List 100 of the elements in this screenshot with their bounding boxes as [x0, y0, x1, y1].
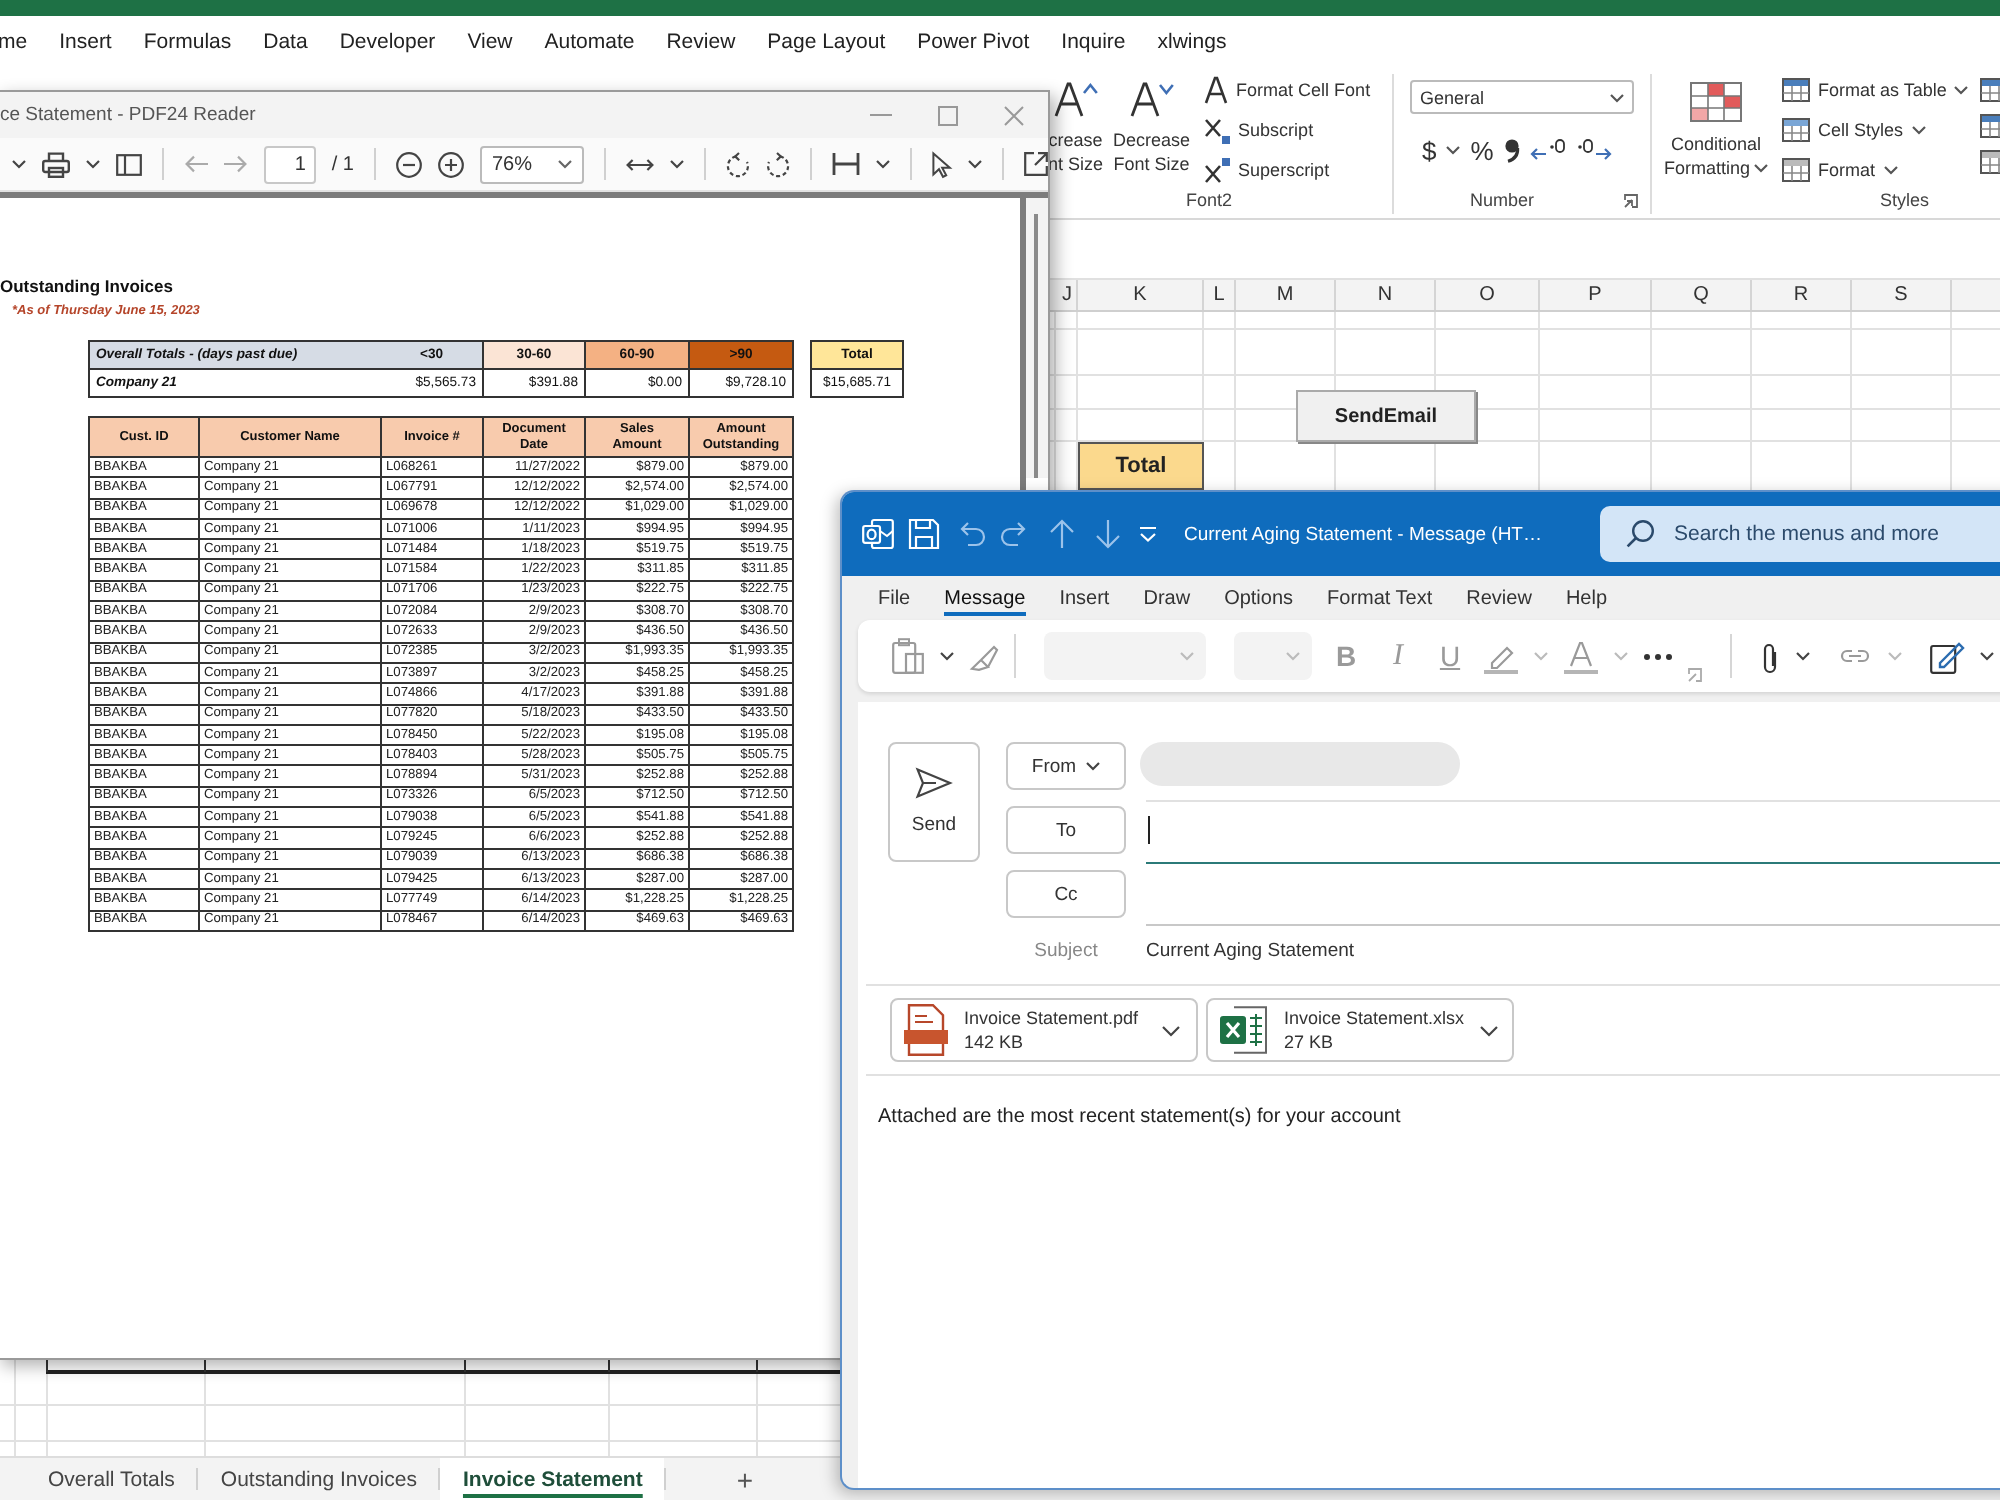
search-bar[interactable]: Search the menus and more — [1600, 506, 2000, 562]
font-color-icon[interactable] — [1564, 639, 1598, 673]
percent-button[interactable]: % — [1470, 135, 1494, 165]
ribbon-button[interactable]: Subscript — [1204, 114, 1371, 146]
sheet-tab[interactable]: Overall Totals — [26, 1458, 197, 1500]
font-size-field[interactable] — [1234, 632, 1312, 680]
ribbon-button[interactable]: Format Cell Font — [1204, 74, 1371, 106]
save-icon[interactable] — [908, 518, 940, 550]
ribbon-tab[interactable]: Page Layout — [767, 29, 886, 53]
dialog-launcher-icon[interactable] — [1624, 193, 1638, 207]
link-icon[interactable] — [1838, 646, 1872, 666]
pointer-icon[interactable] — [932, 151, 952, 177]
number-format-dropdown[interactable]: General — [1410, 80, 1634, 114]
zoom-in-icon[interactable] — [438, 151, 464, 177]
ribbon-tab[interactable]: Inquire — [1061, 29, 1126, 53]
editor-pen-icon[interactable] — [1930, 639, 1964, 673]
ribbon-tab[interactable]: Help — [1565, 580, 1608, 616]
recipient-button[interactable]: To — [1006, 806, 1126, 854]
add-sheet-button[interactable]: + — [736, 1458, 754, 1500]
print-icon[interactable] — [42, 151, 70, 177]
chevron-down-icon[interactable] — [1480, 1025, 1499, 1035]
ribbon-button[interactable]: Format as Table — [1782, 74, 1969, 106]
ribbon-tab[interactable]: Message — [944, 580, 1026, 616]
attachment-card[interactable]: Invoice Statement.xlsx 27 KB — [1206, 998, 1514, 1062]
subject-field[interactable]: Current Aging Statement — [1146, 939, 2000, 961]
ribbon-tab[interactable]: Automate — [544, 29, 635, 53]
decrease-font-size-button[interactable]: Decrease Font Size — [1111, 74, 1193, 186]
ribbon-tab[interactable]: Insert — [59, 29, 112, 53]
ribbon-button[interactable]: Cell Styles — [1782, 114, 1969, 146]
caret-icon[interactable] — [968, 160, 982, 168]
zoom-dropdown[interactable]: 76% — [480, 145, 584, 183]
ribbon-tab[interactable]: Review — [666, 29, 736, 53]
column-header[interactable]: L — [1204, 280, 1236, 310]
recipient-field[interactable] — [1146, 800, 2000, 864]
mail-app-icon[interactable] — [862, 518, 894, 550]
column-header[interactable]: K — [1078, 280, 1204, 310]
more-icon[interactable] — [1644, 653, 1672, 659]
rotate-right-icon[interactable] — [766, 151, 790, 177]
page-spread-icon[interactable] — [832, 152, 860, 176]
ribbon-tab[interactable]: Insert — [1059, 580, 1110, 616]
caret-icon[interactable] — [1980, 652, 1994, 660]
ribbon-tab[interactable]: xlwings — [1157, 29, 1227, 53]
ribbon-tab[interactable]: me — [0, 29, 28, 53]
currency-format-button[interactable]: $ — [1422, 135, 1437, 165]
vertical-scrollbar[interactable] — [1026, 198, 1048, 478]
column-header[interactable]: Q — [1652, 280, 1752, 310]
caret-icon[interactable] — [1796, 652, 1810, 660]
customize-toolbar-icon[interactable] — [1138, 526, 1158, 542]
conditional-formatting-button[interactable]: Conditional Formatting — [1660, 74, 1772, 186]
comma-style-icon[interactable] — [1503, 138, 1520, 162]
sheet-tab[interactable]: Outstanding Invoices — [198, 1458, 439, 1500]
ribbon-button[interactable]: Superscript — [1204, 154, 1371, 186]
format-painter-icon[interactable] — [970, 643, 998, 669]
send-email-macro-button[interactable]: SendEmail — [1296, 390, 1476, 442]
paste-icon[interactable] — [892, 638, 924, 674]
caret-icon[interactable] — [876, 160, 890, 168]
column-header[interactable]: R — [1752, 280, 1852, 310]
up-arrow-icon[interactable] — [1046, 518, 1078, 550]
ribbon-tab[interactable]: Review — [1466, 580, 1532, 616]
font-name-field[interactable] — [1044, 632, 1206, 680]
caret-icon[interactable] — [670, 160, 684, 168]
ribbon-tab[interactable]: File — [878, 580, 911, 616]
column-header[interactable]: P — [1540, 280, 1652, 310]
group-label: Font2 — [1186, 190, 1233, 210]
column-header[interactable]: S — [1852, 280, 1952, 310]
sheet-tab[interactable]: Invoice Statement — [440, 1458, 665, 1500]
zoom-out-icon[interactable] — [396, 151, 422, 177]
external-window-icon[interactable] — [1024, 152, 1048, 176]
paperclip-icon[interactable] — [1760, 639, 1780, 673]
down-arrow-icon[interactable] — [1092, 518, 1124, 550]
page-number-field[interactable]: 1 — [264, 145, 316, 183]
ribbon-tab[interactable]: Format Text — [1327, 580, 1433, 616]
column-header[interactable]: O — [1436, 280, 1540, 310]
caret-icon[interactable] — [86, 160, 100, 168]
search-field[interactable]: Search the menus and more — [1674, 522, 2000, 546]
rotate-left-icon[interactable] — [726, 151, 750, 177]
caret-icon[interactable] — [940, 652, 954, 660]
caret-icon[interactable] — [1446, 146, 1461, 154]
chevron-down-icon[interactable] — [1162, 1025, 1180, 1035]
attachment-card[interactable]: Invoice Statement.pdf 142 KB — [890, 998, 1198, 1062]
send-button[interactable]: Send — [888, 742, 980, 862]
ribbon-tab[interactable]: Draw — [1143, 580, 1191, 616]
ribbon-tab[interactable]: Options — [1224, 580, 1294, 616]
ribbon-tab[interactable]: Data — [263, 29, 308, 53]
fit-width-icon[interactable] — [626, 157, 654, 171]
ribbon-tab[interactable]: Developer — [339, 29, 436, 53]
caret-icon[interactable] — [12, 160, 26, 168]
maximize-icon[interactable] — [938, 105, 958, 125]
recipient-button[interactable]: Cc — [1006, 870, 1126, 918]
column-header[interactable]: N — [1336, 280, 1436, 310]
column-header[interactable]: M — [1236, 280, 1336, 310]
decrease-decimal-icon[interactable] — [1575, 138, 1612, 162]
ribbon-tab[interactable]: Formulas — [143, 29, 232, 53]
close-icon[interactable] — [1004, 105, 1024, 125]
from-button[interactable]: From — [1006, 742, 1126, 790]
ribbon-button[interactable]: Format — [1782, 154, 1969, 186]
increase-decimal-icon[interactable] — [1529, 138, 1566, 162]
ribbon-tab[interactable]: View — [467, 29, 513, 53]
sidebar-icon[interactable] — [116, 153, 142, 175]
ribbon-tab[interactable]: Power Pivot — [917, 29, 1030, 53]
